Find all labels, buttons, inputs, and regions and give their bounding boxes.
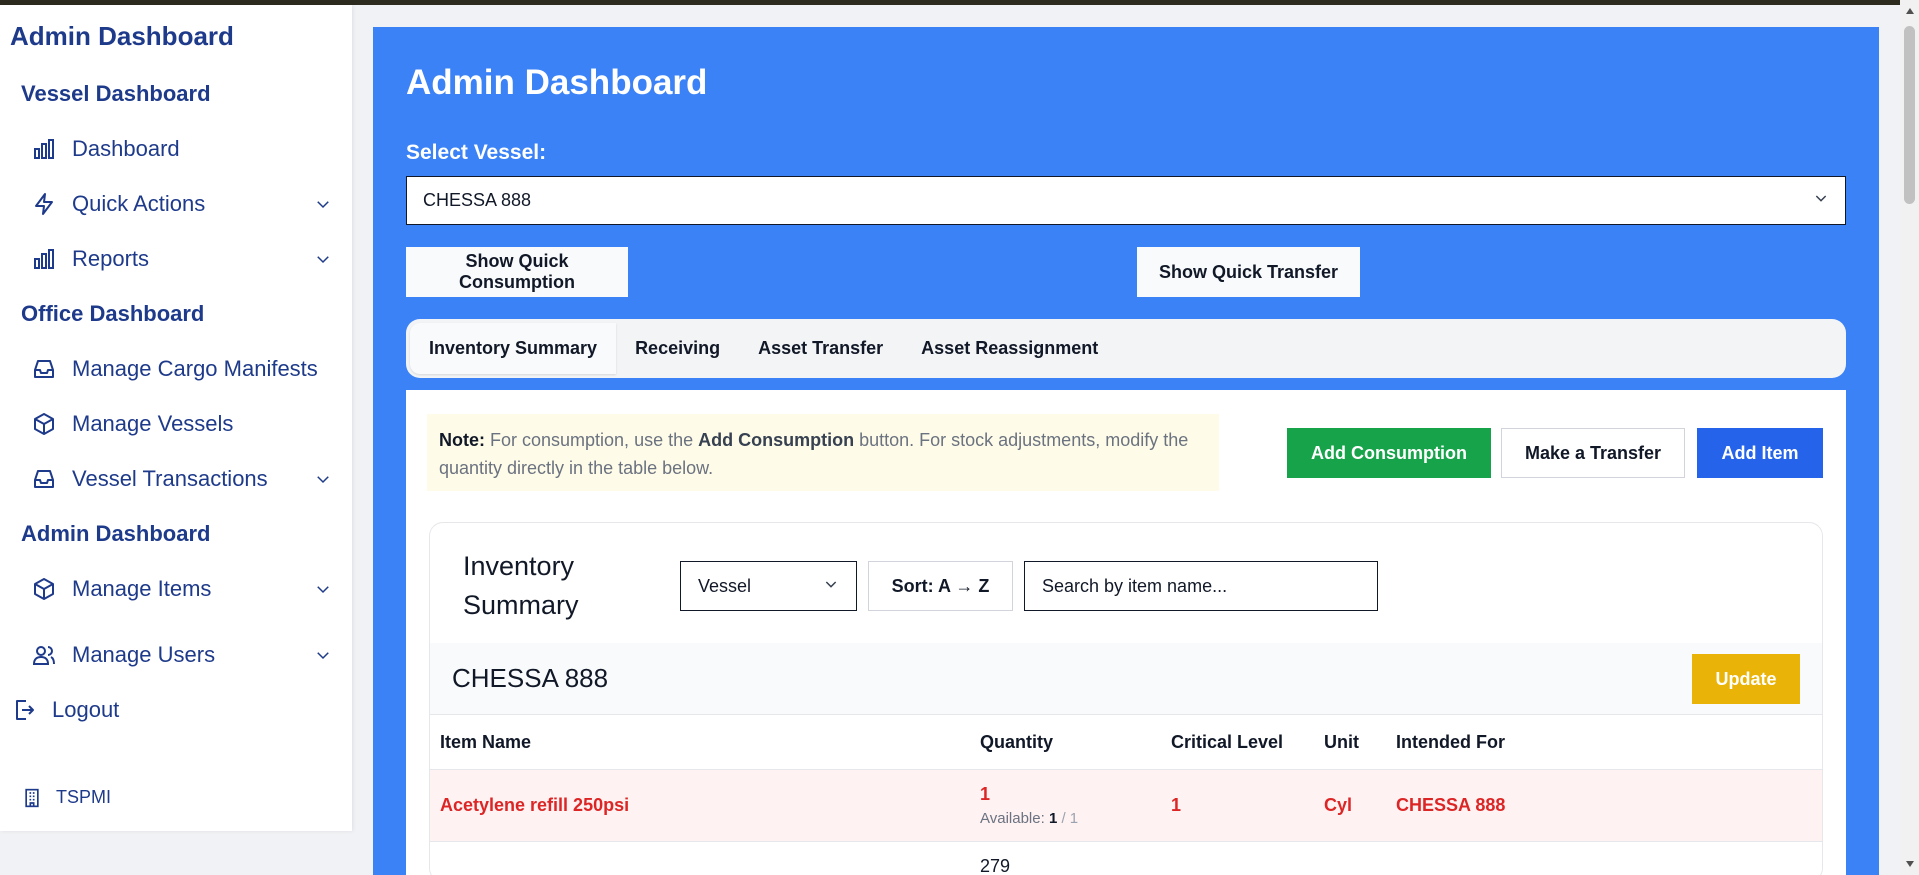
tab-asset-reassignment[interactable]: Asset Reassignment: [902, 323, 1117, 374]
building-icon: [22, 788, 42, 808]
logout-icon: [10, 696, 38, 724]
tab-content: Note: For consumption, use the Add Consu…: [406, 390, 1846, 875]
sidebar-item-label: Manage Cargo Manifests: [72, 356, 318, 381]
update-button[interactable]: Update: [1692, 654, 1800, 704]
sidebar-item-manage-vessels[interactable]: Manage Vessels: [30, 404, 340, 444]
sidebar-item-manage-items[interactable]: Manage Items: [30, 569, 340, 609]
vessel-group-header: CHESSA 888 Update: [430, 643, 1822, 715]
sidebar-item-vessel-transactions[interactable]: Vessel Transactions: [30, 459, 340, 499]
sidebar-item-label: Quick Actions: [72, 191, 206, 216]
inbox-icon: [30, 465, 58, 493]
vessel-filter-select[interactable]: Vessel: [680, 561, 857, 611]
tab-receiving[interactable]: Receiving: [616, 323, 739, 374]
scroll-down-arrow-icon[interactable]: [1904, 859, 1915, 869]
column-header-item-name: Item Name: [440, 732, 532, 752]
inventory-card: Inventory Summary Vessel Sort: A → Z CHE…: [429, 522, 1823, 875]
add-item-button[interactable]: Add Item: [1697, 428, 1823, 478]
note-bold: Add Consumption: [698, 430, 855, 450]
table-row[interactable]: Acetylene refill 250psi 1 Available: 1 /…: [430, 770, 1822, 842]
main-panel: Admin Dashboard Select Vessel: CHESSA 88…: [373, 27, 1879, 875]
cell-intended-for: CHESSA 888: [1396, 795, 1506, 815]
sidebar-item-dashboard[interactable]: Dashboard: [30, 129, 340, 169]
chevron-down-icon: [312, 644, 334, 666]
column-header-critical-level: Critical Level: [1171, 732, 1284, 752]
scrollbar-thumb[interactable]: [1904, 26, 1915, 204]
column-header-intended-for: Intended For: [1396, 732, 1505, 752]
note-text-1: For consumption, use the: [485, 430, 699, 450]
table-header: Item Name Quantity Critical Level Unit I…: [430, 715, 1822, 770]
chevron-down-icon: [312, 193, 334, 215]
scroll-up-arrow-icon[interactable]: [1904, 6, 1915, 16]
sidebar-item-label: Manage Items: [72, 576, 212, 601]
users-icon: [30, 641, 58, 669]
chevron-down-icon: [312, 468, 334, 490]
cell-critical-level: 1: [1171, 795, 1182, 815]
sidebar-brand: Admin Dashboard: [10, 21, 234, 51]
sidebar-item-quick-actions[interactable]: Quick Actions: [30, 184, 340, 224]
show-quick-transfer-button[interactable]: Show Quick Transfer: [1137, 247, 1360, 297]
section-office-dashboard: Office Dashboard: [21, 301, 205, 326]
cell-item-name: Acetylene refill 250psi: [440, 795, 630, 815]
chevron-down-icon: [823, 576, 839, 597]
filter-value: Vessel: [698, 575, 752, 596]
sidebar-item-label: Manage Users: [72, 642, 216, 667]
cell-quantity[interactable]: 1: [980, 784, 990, 805]
sidebar-item-label: Dashboard: [72, 136, 180, 161]
make-transfer-button[interactable]: Make a Transfer: [1501, 428, 1685, 478]
sidebar-item-logout[interactable]: Logout: [10, 690, 320, 730]
search-input[interactable]: [1024, 561, 1378, 611]
inbox-icon: [30, 355, 58, 383]
table-row[interactable]: 279: [430, 842, 1822, 875]
add-consumption-button[interactable]: Add Consumption: [1287, 428, 1491, 478]
cell-available: Available: 1 / 1: [980, 810, 1078, 827]
sidebar-footer: TSPMI: [22, 787, 111, 808]
page-title: Admin Dashboard: [406, 63, 708, 102]
sidebar-item-reports[interactable]: Reports: [30, 239, 340, 279]
sidebar-item-label: Reports: [72, 246, 150, 271]
organization-name: TSPMI: [56, 787, 112, 807]
tab-bar: Inventory Summary Receiving Asset Transf…: [406, 319, 1846, 378]
vessel-group-name: CHESSA 888: [452, 663, 609, 693]
vessel-select-value: CHESSA 888: [423, 190, 532, 210]
column-header-unit: Unit: [1324, 732, 1359, 752]
cell-unit: Cyl: [1324, 795, 1353, 815]
note-prefix: Note:: [439, 430, 485, 450]
available-count: 1: [1048, 810, 1058, 827]
show-quick-consumption-button[interactable]: Show Quick Consumption: [406, 247, 628, 297]
select-vessel-label: Select Vessel:: [406, 141, 547, 164]
sidebar-item-manage-users[interactable]: Manage Users: [30, 635, 340, 675]
sidebar-item-label: Vessel Transactions: [72, 466, 268, 491]
section-vessel-dashboard: Vessel Dashboard: [21, 81, 211, 106]
column-header-quantity: Quantity: [980, 732, 1054, 752]
bar-chart-icon: [30, 135, 58, 163]
box-icon: [30, 410, 58, 438]
page-scrollbar[interactable]: [1900, 0, 1919, 875]
sidebar-item-label: Logout: [52, 697, 120, 722]
inventory-title: Inventory Summary: [463, 551, 579, 620]
tab-inventory-summary[interactable]: Inventory Summary: [410, 323, 617, 374]
section-admin-dashboard: Admin Dashboard: [21, 521, 211, 546]
sort-button[interactable]: Sort: A → Z: [868, 561, 1013, 611]
available-label: Available:: [980, 810, 1045, 827]
consumption-note: Note: For consumption, use the Add Consu…: [427, 414, 1219, 491]
bar-chart-icon: [30, 245, 58, 273]
chevron-down-icon: [312, 578, 334, 600]
available-total: / 1: [1061, 810, 1079, 827]
chevron-down-icon: [1813, 190, 1829, 211]
sidebar-item-label: Manage Vessels: [72, 411, 234, 436]
tab-asset-transfer[interactable]: Asset Transfer: [739, 323, 902, 374]
lightning-icon: [30, 190, 58, 218]
cell-quantity[interactable]: 279: [980, 856, 1010, 875]
sidebar-item-manage-cargo-manifests[interactable]: Manage Cargo Manifests: [30, 349, 340, 389]
sidebar: Admin Dashboard Vessel Dashboard Dashboa…: [0, 5, 352, 831]
chevron-down-icon: [312, 248, 334, 270]
box-icon: [30, 575, 58, 603]
vessel-select[interactable]: CHESSA 888: [406, 176, 1846, 225]
